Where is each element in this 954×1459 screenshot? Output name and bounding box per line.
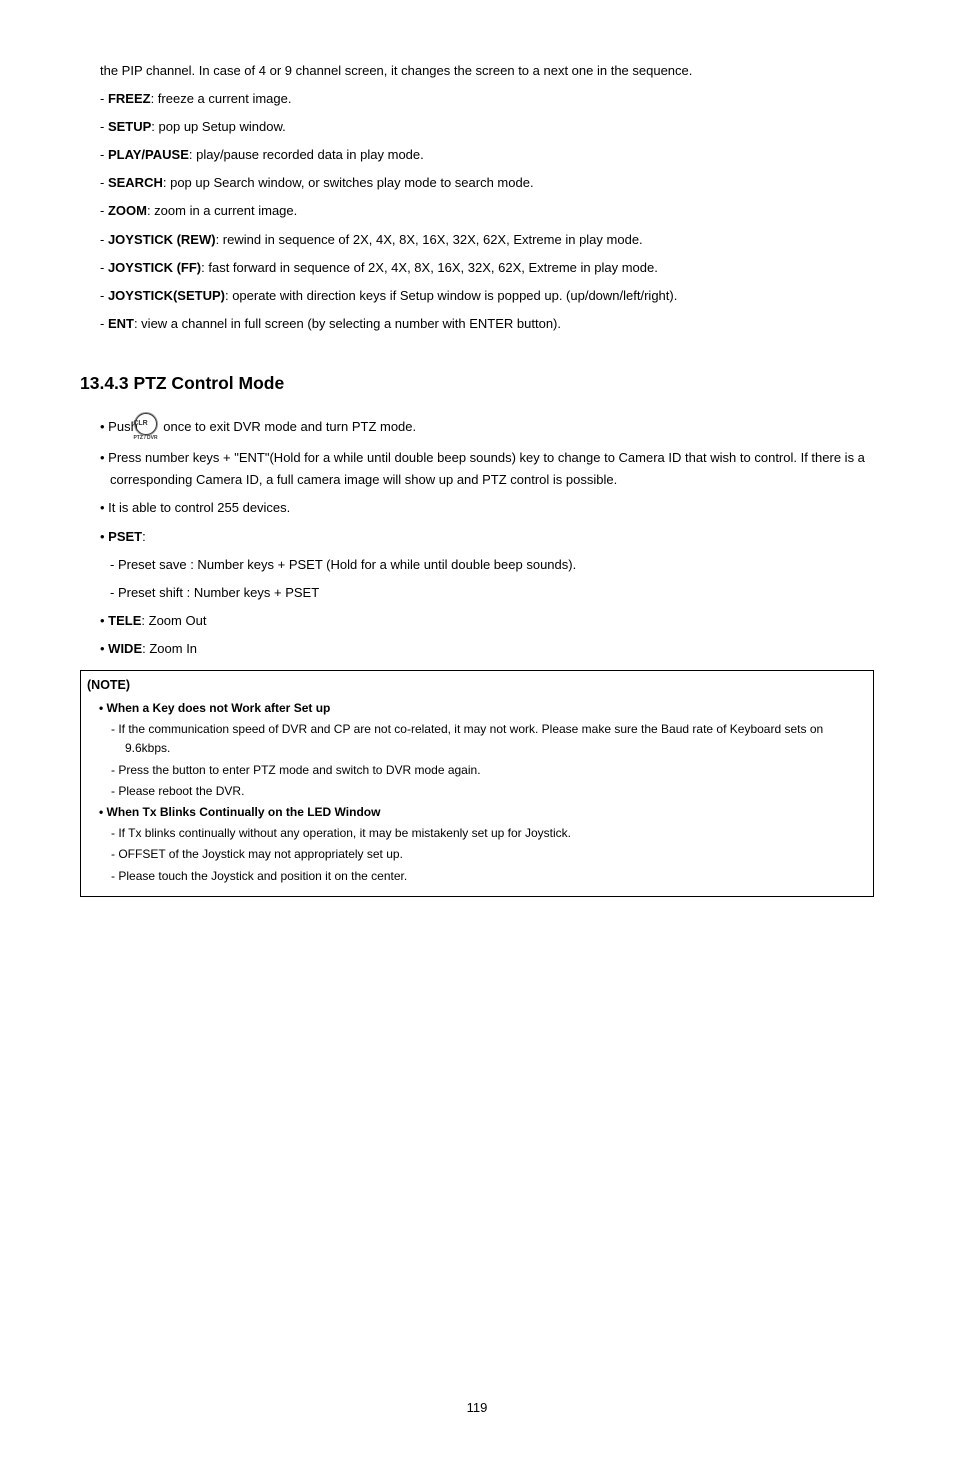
clr-button-icon: CLR PTZ / DVR [141,413,159,441]
pset-sub-shift-text: Preset shift : Number keys + PSET [118,585,319,600]
push-line: • Push CLR PTZ / DVR once to exit DVR mo… [100,413,874,442]
desc-rew: : rewind in sequence of 2X, 4X, 8X, 16X,… [216,232,643,247]
note-group1-head: • When a Key does not Work after Set up [99,699,867,718]
note-g1-2-text: Press the button to enter PTZ mode and s… [118,763,480,777]
note-group2-head: • When Tx Blinks Continually on the LED … [99,803,867,822]
note-g2-1: - If Tx blinks continually without any o… [111,824,867,843]
page-number: 119 [80,1397,874,1419]
desc-ff: : fast forward in sequence of 2X, 4X, 8X… [201,260,658,275]
note-g2-2-text: OFFSET of the Joystick may not appropria… [118,847,403,861]
note-g1-1-text: If the communication speed of DVR and CP… [118,722,823,755]
item-freez: - FREEZ: freeze a current image. [100,88,874,110]
pset-sub-save: - Preset save : Number keys + PSET (Hold… [100,554,874,576]
wide-desc: : Zoom In [142,641,197,656]
note-g2-3: - Please touch the Joystick and position… [111,867,867,886]
key-joysetup: JOYSTICK(SETUP) [108,288,225,303]
desc-search: : pop up Search window, or switches play… [163,175,534,190]
item-search: - SEARCH: pop up Search window, or switc… [100,172,874,194]
note-g1-3-text: Please reboot the DVR. [118,784,244,798]
key-zoom: ZOOM [108,203,147,218]
note-g2-3-text: Please touch the Joystick and position i… [118,869,407,883]
key-freez: FREEZ [108,91,151,106]
key-rew: JOYSTICK (REW) [108,232,216,247]
pset-sub-shift: - Preset shift : Number keys + PSET [100,582,874,604]
bullet-press: • Press number keys + "ENT"(Hold for a w… [100,447,874,491]
note-g2-2: - OFFSET of the Joystick may not appropr… [111,845,867,864]
note-g1-2: - Press the button to enter PTZ mode and… [111,761,867,780]
pset-key: PSET [108,529,142,544]
clr-icon-sub: PTZ / DVR [143,436,157,441]
section-heading: 13.4.3 PTZ Control Mode [80,369,874,399]
note-title: (NOTE) [87,675,867,695]
desc-zoom: : zoom in a current image. [147,203,297,218]
wide-line: • WIDE: Zoom In [100,638,874,660]
desc-playpause: : play/pause recorded data in play mode. [189,147,424,162]
tele-desc: : Zoom Out [141,613,206,628]
key-ff: JOYSTICK (FF) [108,260,201,275]
bullet-press-text: Press number keys + "ENT"(Hold for a whi… [108,450,865,487]
note-g2-1-text: If Tx blinks continually without any ope… [118,826,571,840]
desc-setup: : pop up Setup window. [151,119,285,134]
push-post: once to exit DVR mode and turn PTZ mode. [163,419,416,434]
item-zoom: - ZOOM: zoom in a current image. [100,200,874,222]
item-ff: - JOYSTICK (FF): fast forward in sequenc… [100,257,874,279]
key-playpause: PLAY/PAUSE [108,147,189,162]
note-group1-head-text: When a Key does not Work after Set up [107,701,331,715]
desc-ent: : view a channel in full screen (by sele… [134,316,561,331]
pset-line: • PSET: [100,526,874,548]
bullet-255: • It is able to control 255 devices. [100,497,874,519]
item-setup: - SETUP: pop up Setup window. [100,116,874,138]
item-rew: - JOYSTICK (REW): rewind in sequence of … [100,229,874,251]
tele-line: • TELE: Zoom Out [100,610,874,632]
note-g1-3: - Please reboot the DVR. [111,782,867,801]
pset-sub-save-text: Preset save : Number keys + PSET (Hold f… [118,557,576,572]
key-ent: ENT [108,316,134,331]
pset-colon: : [142,529,146,544]
item-ent: - ENT: view a channel in full screen (by… [100,313,874,335]
pip-line: the PIP channel. In case of 4 or 9 chann… [100,60,874,82]
bullet-255-text: It is able to control 255 devices. [108,500,290,515]
key-search: SEARCH [108,175,163,190]
item-playpause: - PLAY/PAUSE: play/pause recorded data i… [100,144,874,166]
desc-joysetup: : operate with direction keys if Setup w… [225,288,677,303]
tele-key: TELE [108,613,141,628]
desc-freez: : freeze a current image. [151,91,292,106]
note-box: (NOTE) • When a Key does not Work after … [80,670,874,897]
note-g1-1: - If the communication speed of DVR and … [111,720,867,758]
item-joysetup: - JOYSTICK(SETUP): operate with directio… [100,285,874,307]
key-setup: SETUP [108,119,151,134]
clr-icon-circle: CLR [135,413,157,435]
note-group2-head-text: When Tx Blinks Continually on the LED Wi… [107,805,381,819]
wide-key: WIDE [108,641,142,656]
